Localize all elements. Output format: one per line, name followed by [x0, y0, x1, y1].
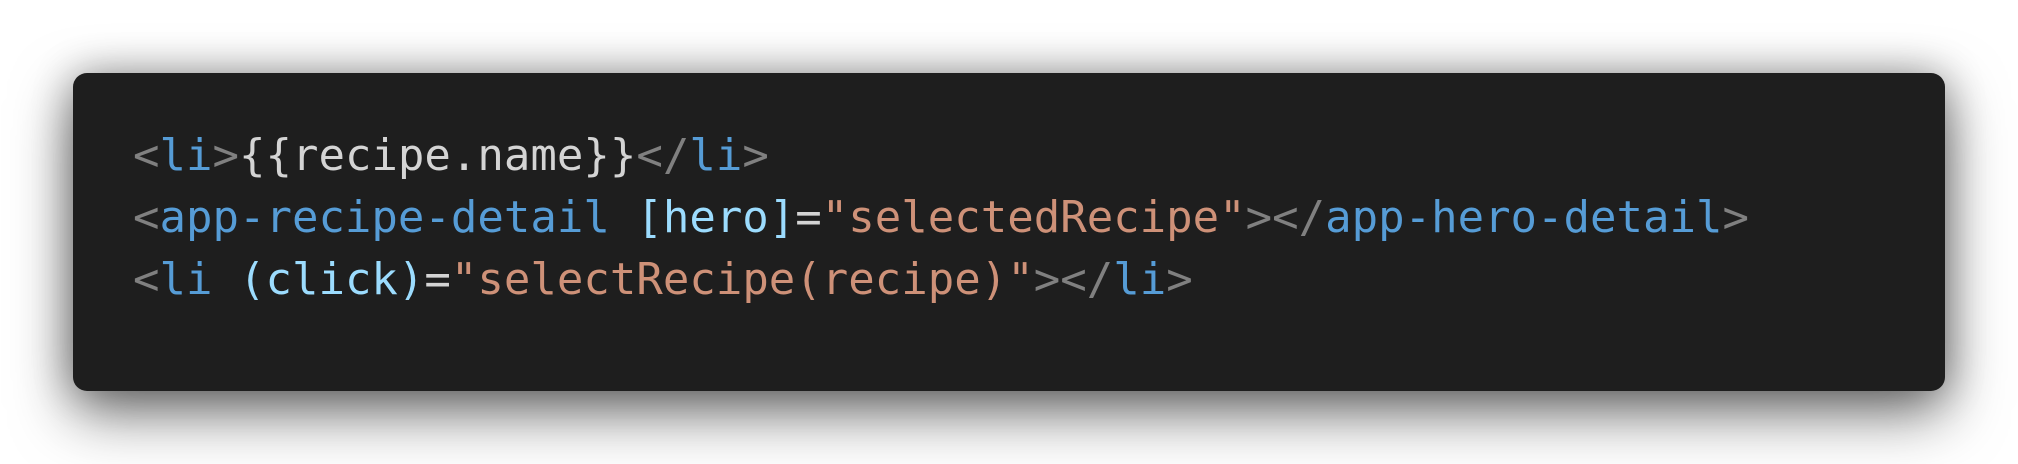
code-line-1: <li>{{recipe.name}}</li> [133, 125, 1945, 187]
closing-tag-open-bracket: </ [636, 130, 690, 181]
equals-sign: = [795, 192, 822, 243]
code-line-2: <app-recipe-detail [hero]="selectedRecip… [133, 187, 1945, 249]
tag-name: li [159, 254, 213, 305]
closing-tag-name: li [1113, 254, 1167, 305]
closing-tag-close-bracket: > [1166, 254, 1193, 305]
closing-tag-close-bracket: > [1722, 192, 1749, 243]
attribute-value: "selectRecipe(recipe)" [450, 254, 1034, 305]
tag-open-bracket: < [133, 192, 160, 243]
code-content: <li>{{recipe.name}}</li> <app-recipe-deta… [133, 125, 1945, 311]
tag-close-bracket: > [212, 130, 239, 181]
tag-open-bracket: < [133, 254, 160, 305]
equals-sign: = [424, 254, 451, 305]
closing-tag-name: app-hero-detail [1325, 192, 1723, 243]
tag-close-bracket: > [1245, 192, 1273, 243]
tag-name: li [159, 130, 213, 181]
tag-close-bracket: > [1033, 254, 1061, 305]
closing-tag-open-bracket: </ [1272, 192, 1326, 243]
code-block: <li>{{recipe.name}}</li> <app-recipe-deta… [73, 73, 1945, 391]
code-line-3: <li (click)="selectRecipe(recipe)"></li> [133, 249, 1945, 311]
interpolation-text: {{recipe.name}} [238, 130, 637, 181]
attribute-binding: [hero] [636, 192, 796, 243]
tag-open-bracket: < [133, 130, 160, 181]
screenshot-stage: <li>{{recipe.name}}</li> <app-recipe-deta… [0, 0, 2018, 464]
closing-tag-open-bracket: </ [1060, 254, 1114, 305]
closing-tag-name: li [689, 130, 743, 181]
event-binding: (click) [238, 254, 425, 305]
tag-name: app-recipe-detail [159, 192, 610, 243]
attribute-value: "selectedRecipe" [821, 192, 1246, 243]
closing-tag-close-bracket: > [742, 130, 769, 181]
